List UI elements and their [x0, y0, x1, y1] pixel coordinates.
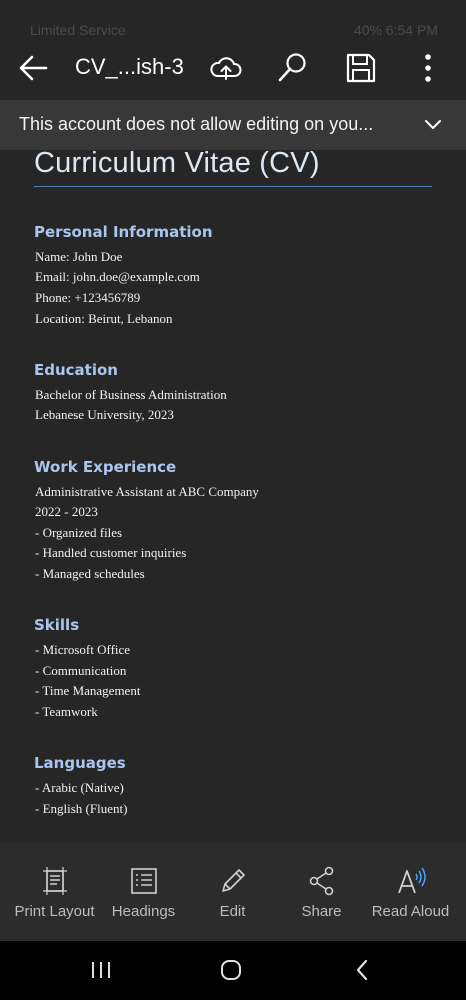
personal-name: Name: John Doe — [35, 249, 123, 264]
education-school: Lebanese University, 2023 — [35, 407, 174, 422]
app-bar: CV_...ish-3 — [0, 36, 466, 100]
personal-location: Location: Beirut, Lebanon — [35, 311, 173, 326]
headings-label: Headings — [111, 903, 176, 920]
personal-phone: Phone: +123456789 — [35, 290, 141, 305]
system-nav-bar — [0, 941, 466, 1000]
work-duty: - Handled customer inquiries — [35, 545, 187, 560]
work-duty: - Organized files — [35, 525, 123, 540]
skill-item: - Communication — [35, 663, 127, 678]
print-layout-icon — [42, 867, 67, 895]
headings-icon — [130, 868, 157, 894]
back-arrow-icon[interactable] — [16, 50, 52, 86]
print-layout-label: Print Layout — [14, 903, 95, 920]
home-icon[interactable] — [218, 957, 244, 983]
section-heading-languages: Languages — [34, 754, 126, 772]
save-icon[interactable] — [343, 50, 379, 86]
read-aloud-label: Read Aloud — [371, 903, 450, 920]
read-aloud-button[interactable]: Read Aloud — [364, 843, 457, 941]
work-position: Administrative Assistant at ABC Company — [35, 484, 259, 499]
document-body: Curriculum Vitae (CV) — [34, 147, 434, 187]
edit-label: Edit — [219, 903, 246, 920]
recent-apps-icon[interactable] — [88, 957, 114, 983]
headings-button[interactable]: Headings — [97, 843, 190, 941]
back-icon[interactable] — [350, 957, 376, 983]
language-item: - Arabic (Native) — [35, 780, 124, 795]
skill-item: - Microsoft Office — [35, 642, 131, 657]
work-dates: 2022 - 2023 — [35, 504, 98, 519]
skill-item: - Teamwork — [35, 704, 98, 719]
language-item: - English (Fluent) — [35, 801, 128, 816]
section-heading-skills: Skills — [34, 616, 80, 634]
read-aloud-icon — [397, 867, 426, 894]
pencil-icon — [221, 869, 245, 892]
cloud-upload-icon[interactable] — [208, 50, 244, 86]
document-title: CV_...ish-3 — [75, 54, 184, 79]
skill-item: - Time Management — [35, 683, 141, 698]
more-vertical-icon[interactable] — [410, 50, 446, 86]
edit-restriction-banner[interactable]: This account does not allow editing on y… — [0, 100, 466, 150]
banner-message: This account does not allow editing on y… — [19, 114, 374, 134]
search-icon[interactable] — [275, 50, 311, 86]
bottom-toolbar: Print Layout Headings Edit Share Read Al… — [0, 843, 466, 941]
print-layout-button[interactable]: Print Layout — [8, 843, 101, 941]
section-heading-personal-information: Personal Information — [34, 223, 213, 241]
share-label: Share — [301, 903, 342, 920]
education-degree: Bachelor of Business Administration — [35, 387, 227, 402]
share-button[interactable]: Share — [275, 843, 368, 941]
share-icon — [309, 866, 333, 896]
section-heading-education: Education — [34, 361, 118, 379]
section-heading-work-experience: Work Experience — [34, 458, 177, 476]
chevron-down-icon[interactable] — [424, 116, 442, 134]
work-duty: - Managed schedules — [35, 566, 145, 581]
title-underline — [34, 186, 432, 187]
cv-title: Curriculum Vitae (CV) — [34, 147, 320, 179]
status-bar: Limited Service 40% 6:54 PM — [0, 0, 466, 38]
edit-button[interactable]: Edit — [186, 843, 279, 941]
personal-email: Email: john.doe@example.com — [35, 269, 200, 284]
